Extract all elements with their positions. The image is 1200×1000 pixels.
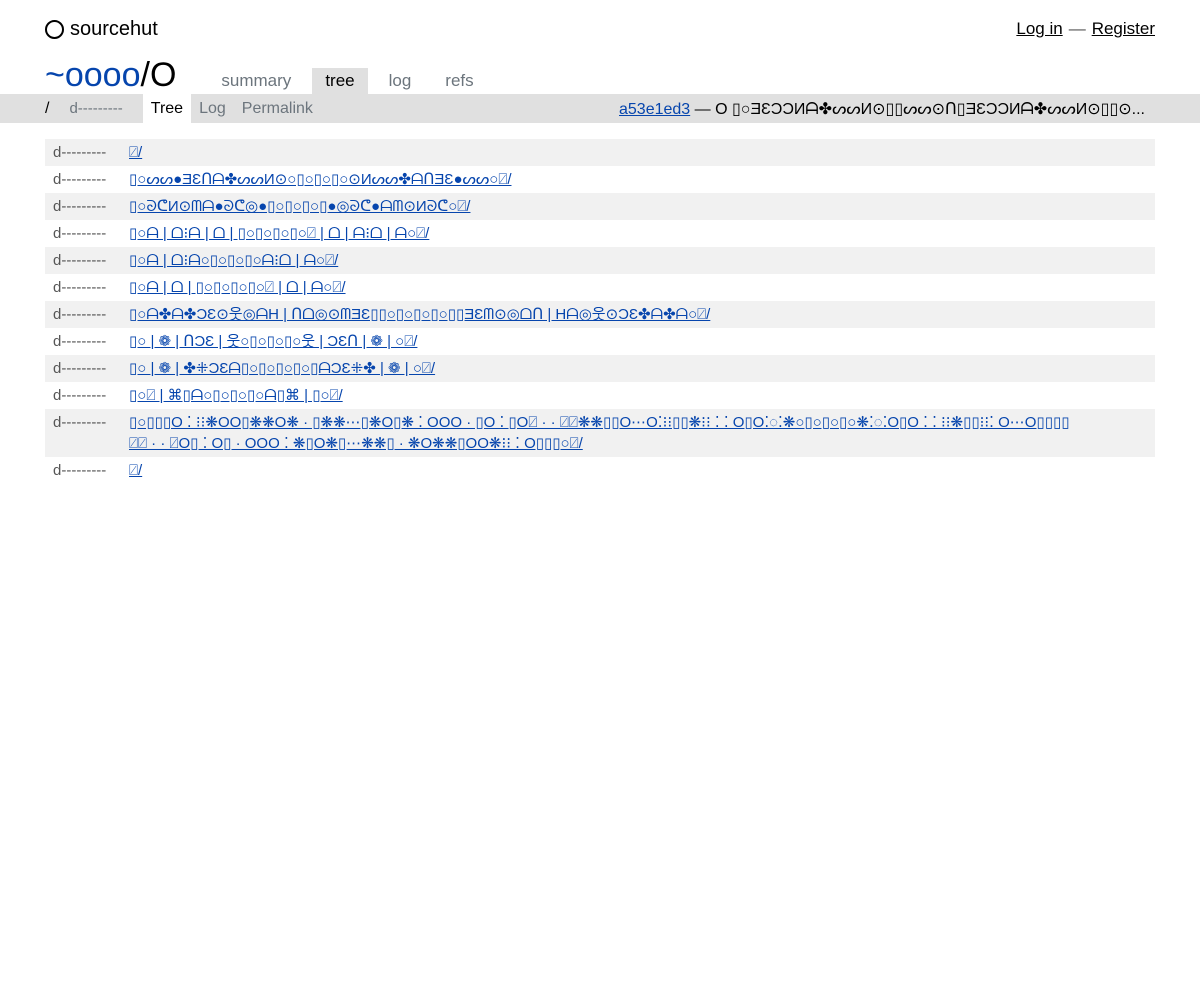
entry-link[interactable]: ⍁/ <box>129 462 142 479</box>
entry-link[interactable]: ⍁/ <box>129 144 142 161</box>
entry-link[interactable]: ▯○ᗩ✤ᗩ✤ƆƐ⊙웃◎ᗩH | ᑎᗝ◎⊙ᗰƎƐ▯▯○▯○▯○▯○▯▯ƎƐᗰ⊙◎ᗝ… <box>129 306 710 323</box>
subtab-tree[interactable]: Tree <box>142 94 192 123</box>
table-row: d--------- ▯○ᘐᕦИ⊙ᗰᗩ●ᘐᕦ◎●▯○▯○▯○▯●◎ᘐᕦ●ᗩᗰ⊙И… <box>45 193 1155 220</box>
entry-link[interactable]: ▯○ᗩ | ᗝ | ▯○▯○▯○▯○⍁ | ᗝ | ᗩ○⍁/ <box>129 279 346 296</box>
brand-name: sourcehut <box>70 17 158 40</box>
login-link[interactable]: Log in <box>1016 19 1062 38</box>
entry-mode: d--------- <box>53 198 107 215</box>
tree-table: d--------- ⍁/ d--------- ▯○ᔕᔕ●ƎƐᑎᗩ✤ᔕᔕИ⊙○… <box>45 139 1155 484</box>
repo-tabs: summary tree log refs <box>208 56 494 94</box>
latest-commit: a53e1ed3 — O ▯○ƎƐƆƆИᗩ✤ᔕᔕИ⊙▯▯ᔕᔕ⊙ᑎ▯ƎƐƆƆИᗩ✤… <box>619 99 1145 119</box>
tab-tree[interactable]: tree <box>312 68 368 94</box>
subtab-log[interactable]: Log <box>191 94 234 123</box>
entry-mode: d--------- <box>53 387 107 404</box>
table-row: d--------- ▯○ᗩ | ᗝ | ▯○▯○▯○▯○⍁ | ᗝ | ᗩ○⍁… <box>45 274 1155 301</box>
repo-name: O <box>149 56 177 94</box>
entry-link[interactable]: ▯○ | ❁ | ✤⁜ƆƐᗩ▯○▯○▯○▯○▯ᗩƆƐ⁜✤ | ❁ | ○⍁/ <box>129 360 435 377</box>
table-row: d--------- ▯○ᔕᔕ●ƎƐᑎᗩ✤ᔕᔕИ⊙○▯○▯○▯○⊙Иᔕᔕ✤ᗩᑎƎ… <box>45 166 1155 193</box>
entry-link[interactable]: ▯○ᔕᔕ●ƎƐᑎᗩ✤ᔕᔕИ⊙○▯○▯○▯○⊙Иᔕᔕ✤ᗩᑎƎƐ●ᔕᔕ○⍁/ <box>129 171 511 188</box>
entry-link[interactable]: ▯○ᗩ | ᗝ⁝ᗩ○▯○▯○▯○ᗩ⁝ᗝ | ᗩ○⍁/ <box>129 252 338 269</box>
tab-summary[interactable]: summary <box>208 68 304 94</box>
table-row: d--------- ▯○ᗩ | ᗝ⁝ᗩ○▯○▯○▯○ᗩ⁝ᗝ | ᗩ○⍁/ <box>45 247 1155 274</box>
path-root[interactable]: / <box>45 100 49 118</box>
entry-link[interactable]: ▯○ᘐᕦИ⊙ᗰᗩ●ᘐᕦ◎●▯○▯○▯○▯●◎ᘐᕦ●ᗩᗰ⊙Иᘐᕦ○⍁/ <box>129 198 470 215</box>
entry-mode: d--------- <box>53 333 107 350</box>
entry-link[interactable]: ▯○⍁ | ⌘▯ᗩ○▯○▯○▯○ᗩ▯⌘ | ▯○⍁/ <box>129 387 343 404</box>
path-bar: / d--------- Tree Log Permalink a53e1ed3… <box>0 94 1200 123</box>
entry-mode: d--------- <box>53 360 107 377</box>
brand[interactable]: sourcehut <box>45 18 158 41</box>
table-row: d--------- ⍁/ <box>45 139 1155 166</box>
commit-hash-link[interactable]: a53e1ed3 <box>619 101 690 118</box>
entry-mode: d--------- <box>53 144 107 161</box>
sourcehut-logo-icon <box>45 19 64 39</box>
repo-owner-link[interactable]: ~oooo <box>45 56 141 94</box>
repo-title: ~oooo/O <box>45 56 176 94</box>
entry-mode: d--------- <box>53 225 107 242</box>
table-row: d--------- ▯○⍁ | ⌘▯ᗩ○▯○▯○▯○ᗩ▯⌘ | ▯○⍁/ <box>45 382 1155 409</box>
repo-header: ~oooo/O summary tree log refs <box>45 56 495 94</box>
table-row: d--------- ▯○ᗩ | ᗝ⁝ᗩ | ᗝ | ▯○▯○▯○▯○⍁ | ᗝ… <box>45 220 1155 247</box>
top-navigation: sourcehut Log in — Register <box>45 14 1155 44</box>
tab-refs[interactable]: refs <box>432 68 486 94</box>
path-mode: d--------- <box>69 100 123 117</box>
entry-mode: d--------- <box>53 252 107 269</box>
table-row: d--------- ⍁/ <box>45 457 1155 484</box>
commit-message: — O ▯○ƎƐƆƆИᗩ✤ᔕᔕИ⊙▯▯ᔕᔕ⊙ᑎ▯ƎƐƆƆИᗩ✤ᔕᔕИ⊙▯▯⊙..… <box>694 100 1145 118</box>
entry-mode: d--------- <box>53 462 107 479</box>
entry-link[interactable]: ▯○▯▯▯O ⁚ ⁝⁝❋OO▯❋❋O❋ · ▯❋❋⋯▯❋O▯❋ ⁚ OOO · … <box>129 414 1069 452</box>
table-row: d--------- ▯○ᗩ✤ᗩ✤ƆƐ⊙웃◎ᗩH | ᑎᗝ◎⊙ᗰƎƐ▯▯○▯○▯… <box>45 301 1155 328</box>
table-row: d--------- ▯○▯▯▯O ⁚ ⁝⁝❋OO▯❋❋O❋ · ▯❋❋⋯▯❋O… <box>45 409 1155 457</box>
register-link[interactable]: Register <box>1092 19 1155 38</box>
subtab-permalink[interactable]: Permalink <box>234 94 321 123</box>
entry-link[interactable]: ▯○ | ❁ | ᑎƆƐ | 웃○▯○▯○▯○웃 | ƆƐᑎ | ❁ | ○⍁/ <box>129 333 417 350</box>
repo-title-slash: / <box>140 56 150 94</box>
table-row: d--------- ▯○ | ❁ | ᑎƆƐ | 웃○▯○▯○▯○웃 | ƆƐ… <box>45 328 1155 355</box>
entry-mode: d--------- <box>53 414 107 431</box>
entry-link[interactable]: ▯○ᗩ | ᗝ⁝ᗩ | ᗝ | ▯○▯○▯○▯○⍁ | ᗝ | ᗩ⁝ᗝ | ᗩ○… <box>129 225 429 242</box>
auth-links: Log in — Register <box>1016 19 1155 39</box>
auth-separator: — <box>1068 19 1086 38</box>
entry-mode: d--------- <box>53 279 107 296</box>
tab-log[interactable]: log <box>376 68 425 94</box>
table-row: d--------- ▯○ | ❁ | ✤⁜ƆƐᗩ▯○▯○▯○▯○▯ᗩƆƐ⁜✤ … <box>45 355 1155 382</box>
entry-mode: d--------- <box>53 171 107 188</box>
entry-mode: d--------- <box>53 306 107 323</box>
